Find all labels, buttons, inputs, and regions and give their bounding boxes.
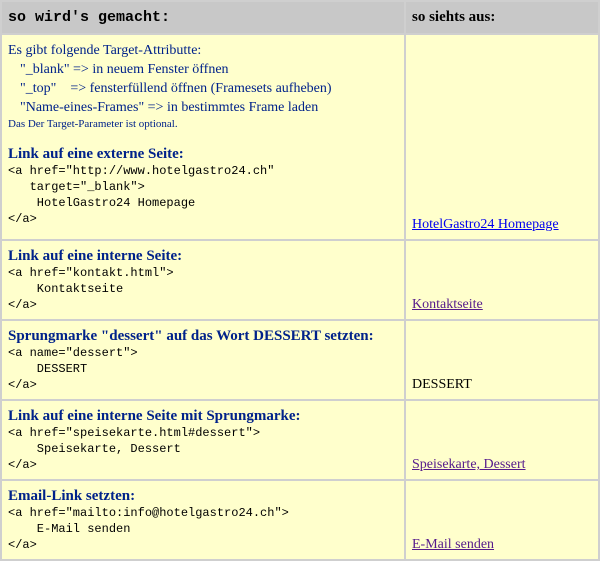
target-option-frame: "Name-eines-Frames" => in bestimmtes Fra… xyxy=(20,100,319,115)
target-option-top: "_top" => fensterfüllend öffnen (Framese… xyxy=(20,81,332,96)
example-title: Sprungmarke "dessert" auf das Wort DESSE… xyxy=(8,328,374,344)
result-cell: Kontaktseite xyxy=(406,241,598,319)
example-title: Link auf eine interne Seite mit Sprungma… xyxy=(8,408,301,424)
tutorial-table: so wird's gemacht: so siehts aus: Es gib… xyxy=(0,0,600,561)
code-snippet: <a href="mailto:info@hotelgastro24.ch"> … xyxy=(8,506,289,552)
intro-line: Es gibt folgende Target-Attributte: xyxy=(8,43,202,58)
target-note: Das Der Target-Parameter ist optional. xyxy=(8,118,178,130)
example-title: Link auf eine interne Seite: xyxy=(8,248,183,264)
code-cell: Es gibt folgende Target-Attributte: "_bl… xyxy=(2,35,404,239)
target-intro: Es gibt folgende Target-Attributte: "_bl… xyxy=(8,41,398,117)
table-row: Email-Link setzten: <a href="mailto:info… xyxy=(2,481,598,559)
code-cell: Sprungmarke "dessert" auf das Wort DESSE… xyxy=(2,321,404,399)
result-cell: Speisekarte, Dessert xyxy=(406,401,598,479)
target-option-blank: "_blank" => in neuem Fenster öffnen xyxy=(20,62,229,77)
code-cell: Email-Link setzten: <a href="mailto:info… xyxy=(2,481,404,559)
code-snippet: <a href="speisekarte.html#dessert"> Spei… xyxy=(8,426,261,472)
result-cell: HotelGastro24 Homepage xyxy=(406,35,598,239)
code-snippet: <a href="http://www.hotelgastro24.ch" ta… xyxy=(8,164,275,226)
example-title: Email-Link setzten: xyxy=(8,488,136,504)
external-homepage-link[interactable]: HotelGastro24 Homepage xyxy=(412,217,559,233)
header-result-column: so siehts aus: xyxy=(406,2,598,33)
code-snippet: <a name="dessert"> DESSERT </a> xyxy=(8,346,138,392)
example-title: Link auf eine externe Seite: xyxy=(8,146,184,162)
email-link[interactable]: E-Mail senden xyxy=(412,537,494,553)
code-cell: Link auf eine interne Seite: <a href="ko… xyxy=(2,241,404,319)
code-cell: Link auf eine interne Seite mit Sprungma… xyxy=(2,401,404,479)
result-cell: DESSERT xyxy=(406,321,598,399)
table-row: Es gibt folgende Target-Attributte: "_bl… xyxy=(2,35,598,239)
code-snippet: <a href="kontakt.html"> Kontaktseite </a… xyxy=(8,266,174,312)
result-cell: E-Mail senden xyxy=(406,481,598,559)
menu-dessert-link[interactable]: Speisekarte, Dessert xyxy=(412,457,526,473)
table-row: Sprungmarke "dessert" auf das Wort DESSE… xyxy=(2,321,598,399)
contact-page-link[interactable]: Kontaktseite xyxy=(412,297,483,313)
table-row: Link auf eine interne Seite: <a href="ko… xyxy=(2,241,598,319)
header-code-column: so wird's gemacht: xyxy=(2,2,404,33)
dessert-anchor-text: DESSERT xyxy=(412,377,472,392)
header-row: so wird's gemacht: so siehts aus: xyxy=(2,2,598,33)
table-row: Link auf eine interne Seite mit Sprungma… xyxy=(2,401,598,479)
